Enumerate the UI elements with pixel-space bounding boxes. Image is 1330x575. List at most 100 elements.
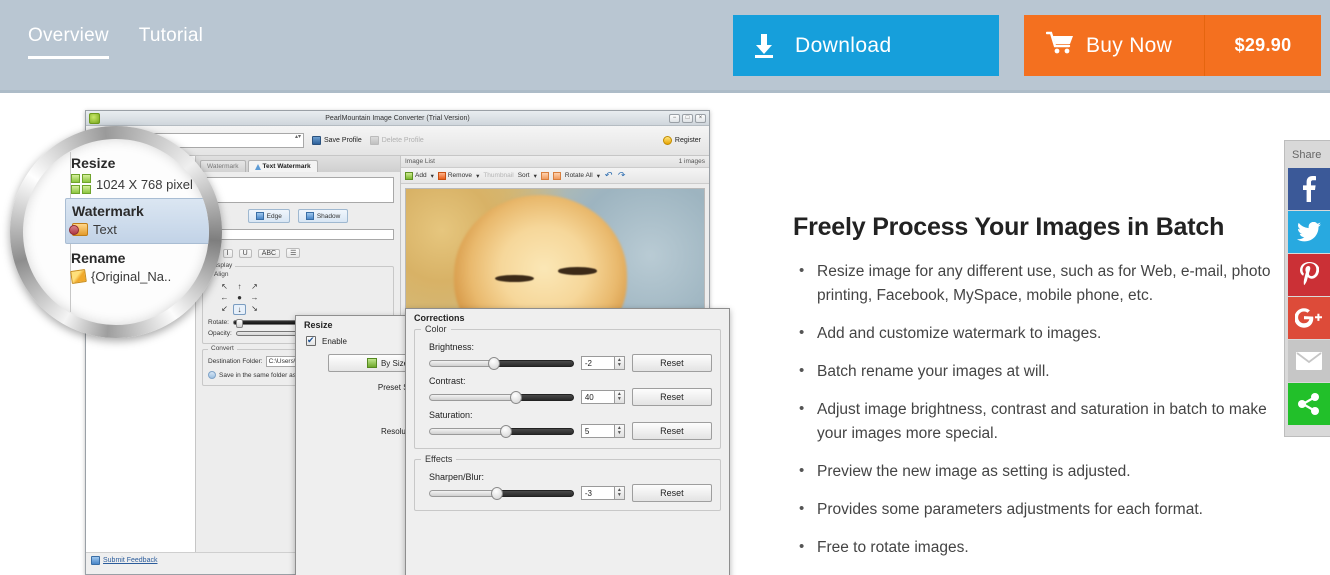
magnifier-heading-rename: Rename xyxy=(71,250,126,266)
resize-enable-checkbox[interactable] xyxy=(306,335,316,346)
saturation-row: 5 ▲ ▼ Reset xyxy=(423,422,712,440)
sharpen-blur-reset-button[interactable]: Reset xyxy=(631,484,712,502)
nav-tab-overview[interactable]: Overview xyxy=(28,26,109,59)
shadow-button[interactable]: Shadow xyxy=(297,209,349,223)
share-icon[interactable] xyxy=(1288,383,1330,425)
align-middle-right[interactable]: → xyxy=(248,293,261,302)
pinterest-icon[interactable] xyxy=(1288,254,1330,296)
format-button-abc[interactable]: ABC xyxy=(257,248,281,258)
align-bottom-right[interactable]: ↘ xyxy=(248,304,261,315)
add-dropdown-icon[interactable]: ▾ xyxy=(431,172,434,180)
buy-now-main[interactable]: Buy Now xyxy=(1024,15,1205,76)
sharpen-blur-stepper[interactable]: ▲ ▼ xyxy=(614,486,625,500)
register-label: Register xyxy=(674,137,701,144)
magnifier-value-rename: {Original_Na.. xyxy=(91,269,172,284)
site-header: Overview Tutorial Download Buy Now $29.9… xyxy=(0,0,1330,93)
move-down-icon[interactable] xyxy=(552,171,561,180)
feature-item-2: Add and customize watermark to images. xyxy=(793,321,1293,346)
download-button[interactable]: Download xyxy=(733,15,999,76)
align-bottom-left[interactable]: ↙ xyxy=(218,304,231,315)
nav-tab-tutorial[interactable]: Tutorial xyxy=(139,26,203,56)
maximize-icon[interactable]: □ xyxy=(682,113,693,123)
contrast-control: Contrast: 40 ▲ ▼ Reset xyxy=(423,376,712,406)
magnifier-value-resize: 1024 X 768 pixel xyxy=(96,176,193,192)
plus-icon xyxy=(405,171,413,180)
resize-arrow-icon xyxy=(366,358,377,368)
feature-item-4: Adjust image brightness, contrast and sa… xyxy=(793,397,1293,446)
contrast-value[interactable]: 40 xyxy=(580,390,615,404)
effects-group: Effects Sharpen/Blur: -3 ▲ ▼ Reset xyxy=(414,454,721,511)
tab-text-watermark[interactable]: Text Watermark xyxy=(247,160,318,172)
rotate-right-icon[interactable]: ↷ xyxy=(617,171,626,180)
by-size-label: By Size xyxy=(380,358,409,368)
sharpen-blur-value[interactable]: -3 xyxy=(580,486,615,500)
register-button[interactable]: Register xyxy=(662,136,701,145)
contrast-label: Contrast: xyxy=(429,376,466,386)
feature-item-5: Preview the new image as setting is adju… xyxy=(793,459,1293,484)
brightness-slider[interactable] xyxy=(429,356,574,370)
page-title: Freely Process Your Images in Batch xyxy=(793,213,1225,241)
brightness-control: Brightness: -2 ▲ ▼ Reset xyxy=(423,342,712,372)
sort-dropdown-icon[interactable]: ▾ xyxy=(534,172,537,180)
feature-content: Freely Process Your Images in Batch Resi… xyxy=(793,213,1293,574)
destination-label: Destination Folder: xyxy=(208,358,263,365)
brightness-stepper[interactable]: ▲ ▼ xyxy=(614,356,625,370)
move-up-icon[interactable] xyxy=(540,171,549,180)
green-dots-icon xyxy=(71,174,91,194)
saturation-reset-button[interactable]: Reset xyxy=(631,422,712,440)
saturation-stepper[interactable]: ▲ ▼ xyxy=(614,424,625,438)
remove-button[interactable]: Remove xyxy=(437,171,473,180)
twitter-icon[interactable] xyxy=(1288,211,1330,253)
format-button-italic[interactable]: I xyxy=(222,248,233,258)
shadow-color-icon xyxy=(305,212,314,220)
buy-now-label: Buy Now xyxy=(1086,33,1173,57)
email-icon[interactable] xyxy=(1288,340,1330,382)
thumbnail-button: Thumbnail xyxy=(483,172,514,179)
magnifier-item-rename: {Original_Na.. xyxy=(70,269,209,284)
rotate-dropdown-icon[interactable]: ▾ xyxy=(597,172,600,180)
close-icon[interactable]: × xyxy=(695,113,706,123)
shadow-button-label: Shadow xyxy=(316,212,341,220)
align-top-center[interactable]: ↑ xyxy=(233,282,246,291)
rotate-left-icon[interactable]: ↶ xyxy=(604,171,613,180)
format-button-align[interactable]: ☰ xyxy=(286,248,301,258)
rotate-label: Rotate: xyxy=(208,319,229,326)
magnifier-item-resize: 1024 X 768 pixel xyxy=(71,174,209,194)
googleplus-icon[interactable] xyxy=(1288,297,1330,339)
remove-label: Remove xyxy=(447,172,473,179)
buy-now-button[interactable]: Buy Now $29.90 xyxy=(1024,15,1321,76)
submit-feedback-label: Submit Feedback xyxy=(103,557,158,564)
saturation-value[interactable]: 5 xyxy=(580,424,615,438)
align-top-left[interactable]: ↖ xyxy=(218,282,231,291)
contrast-row: 40 ▲ ▼ Reset xyxy=(423,388,712,406)
contrast-stepper[interactable]: ▲ ▼ xyxy=(614,390,625,404)
rotate-all-button[interactable]: Rotate All xyxy=(565,172,593,179)
effects-group-title: Effects xyxy=(421,454,457,464)
format-button-underline[interactable]: U xyxy=(238,248,252,258)
watermark-text-input[interactable] xyxy=(202,177,394,203)
saturation-slider[interactable] xyxy=(429,424,574,438)
minimize-icon[interactable]: − xyxy=(669,113,680,123)
align-middle-left[interactable]: ← xyxy=(218,293,231,302)
download-arrow-icon xyxy=(733,33,795,59)
edge-button[interactable]: Edge xyxy=(247,209,290,223)
facebook-icon[interactable] xyxy=(1288,168,1330,210)
saturation-value-wrap: 5 ▲ ▼ xyxy=(580,424,625,438)
contrast-reset-button[interactable]: Reset xyxy=(631,388,712,406)
brightness-value[interactable]: -2 xyxy=(580,356,615,370)
remove-dropdown-icon[interactable]: ▾ xyxy=(476,172,479,180)
contrast-slider[interactable] xyxy=(429,390,574,404)
watermark-font-input[interactable] xyxy=(202,229,394,240)
sort-button[interactable]: Sort xyxy=(518,172,530,179)
buy-now-price[interactable]: $29.90 xyxy=(1205,35,1321,56)
image-list-count: 1 images xyxy=(678,158,705,165)
add-button[interactable]: Add xyxy=(405,171,427,180)
saturation-control: Saturation: 5 ▲ ▼ Reset xyxy=(423,410,712,440)
brightness-reset-button[interactable]: Reset xyxy=(631,354,712,372)
save-profile-button[interactable]: Save Profile xyxy=(312,136,362,145)
align-bottom-center[interactable]: ↓ xyxy=(233,304,246,315)
sharpen-blur-slider[interactable] xyxy=(429,486,574,500)
align-center[interactable]: ● xyxy=(233,293,246,302)
align-top-right[interactable]: ↗ xyxy=(248,282,261,291)
contrast-value-wrap: 40 ▲ ▼ xyxy=(580,390,625,404)
